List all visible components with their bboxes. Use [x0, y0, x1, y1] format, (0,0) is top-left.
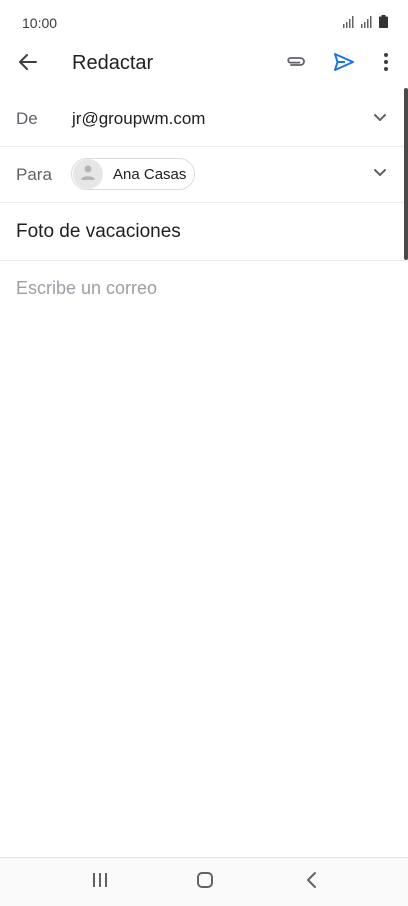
person-icon: [79, 163, 97, 186]
from-label: De: [16, 109, 38, 128]
more-options-button[interactable]: [374, 50, 398, 78]
more-vert-icon: [383, 52, 389, 77]
signal-icon: [343, 15, 355, 33]
subject-row[interactable]: Foto de vacaciones: [0, 203, 408, 261]
body-field[interactable]: Escribe un correo: [16, 278, 157, 299]
to-row[interactable]: Para Ana Casas: [0, 147, 408, 203]
signal-icon: [361, 15, 373, 33]
nav-back-button[interactable]: [300, 870, 324, 894]
status-icons: [343, 15, 388, 33]
page-title: Redactar: [72, 52, 154, 74]
recipient-chip[interactable]: Ana Casas: [71, 158, 195, 190]
subject-field[interactable]: Foto de vacaciones: [16, 221, 181, 243]
scrollbar[interactable]: [404, 88, 408, 260]
recent-apps-icon: [91, 871, 109, 894]
recipient-name: Ana Casas: [113, 165, 187, 183]
recent-apps-button[interactable]: [88, 870, 112, 894]
chevron-down-icon: [373, 165, 387, 183]
send-button[interactable]: [330, 50, 358, 78]
back-arrow-icon: [18, 52, 38, 77]
from-row[interactable]: De jr@groupwm.com: [0, 92, 408, 147]
to-expand-button[interactable]: [370, 164, 390, 184]
app-bar: Redactar: [0, 40, 408, 88]
home-icon: [195, 870, 215, 895]
from-expand-button[interactable]: [370, 109, 390, 129]
paperclip-icon: [284, 50, 308, 79]
back-button[interactable]: [14, 50, 42, 78]
chevron-down-icon: [373, 110, 387, 128]
back-icon: [305, 871, 319, 894]
status-time: 10:00: [22, 15, 58, 31]
attach-button[interactable]: [282, 50, 310, 78]
battery-icon: [379, 15, 388, 33]
send-icon: [333, 51, 355, 78]
navigation-bar: [0, 857, 408, 906]
from-account[interactable]: jr@groupwm.com: [72, 109, 205, 129]
to-label: Para: [16, 165, 52, 184]
home-button[interactable]: [193, 870, 217, 894]
avatar: [73, 159, 103, 189]
